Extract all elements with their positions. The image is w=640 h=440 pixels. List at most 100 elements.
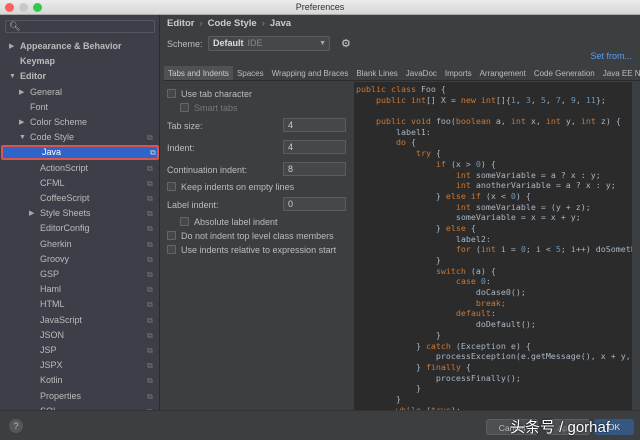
code-token: anotherVariable = a ? x : y;	[475, 180, 616, 191]
breadcrumb-item[interactable]: Editor	[167, 18, 194, 29]
code-token: else if	[445, 190, 486, 201]
sidebar-item-coffeescript[interactable]: CoffeeScript ⧉	[0, 191, 159, 206]
sidebar-item-html[interactable]: HTML ⧉	[0, 297, 159, 312]
tab-arrangement[interactable]: Arrangement	[476, 66, 530, 80]
continuation-indent-input[interactable]: 8	[283, 162, 346, 176]
code-token: Foo {	[420, 84, 446, 94]
tab-spaces[interactable]: Spaces	[233, 66, 268, 80]
sidebar-item-color-scheme[interactable]: ▶ Color Scheme	[0, 115, 159, 130]
scheme-dropdown[interactable]: Default IDE ▼	[208, 36, 330, 51]
tab-code-generation[interactable]: Code Generation	[530, 66, 599, 80]
sidebar-item-code-style[interactable]: ▼ Code Style ⧉	[0, 130, 159, 145]
sidebar-item-json[interactable]: JSON ⧉	[0, 328, 159, 343]
code-token: do	[395, 137, 411, 148]
code-token: if	[435, 158, 451, 169]
checkbox-label: Absolute label indent	[194, 217, 278, 227]
tab-imports[interactable]: Imports	[441, 66, 476, 80]
sidebar-item-editorconfig[interactable]: EditorConfig ⧉	[0, 221, 159, 236]
label-indent-input[interactable]: 0	[283, 197, 346, 211]
code-line: int someVariable = a ? x : y;	[356, 170, 632, 181]
sidebar-item-groovy[interactable]: Groovy ⧉	[0, 252, 159, 267]
chevron-down-icon[interactable]: ▼	[19, 130, 26, 145]
code-line: label1:	[356, 127, 632, 138]
tab-size-input[interactable]: 4	[283, 118, 346, 132]
tab-javadoc[interactable]: JavaDoc	[402, 66, 441, 80]
code-token: x,	[530, 116, 546, 127]
code-token: int	[510, 116, 531, 127]
chevron-right-icon[interactable]: ▶	[9, 39, 14, 54]
code-token: }	[356, 340, 426, 351]
code-token: :	[490, 308, 496, 319]
tab-wrapping-and-braces[interactable]: Wrapping and Braces	[268, 66, 353, 80]
sidebar-item-appearance-behavior[interactable]: ▶ Appearance & Behavior	[0, 39, 159, 54]
sidebar-item-jspx[interactable]: JSPX ⧉	[0, 358, 159, 373]
chevron-down-icon[interactable]: ▼	[9, 69, 16, 84]
sidebar-item-style-sheets[interactable]: ▶ Style Sheets ⧉	[0, 206, 159, 221]
project-scheme-icon: ⧉	[147, 209, 153, 219]
tab-tabs-and-indents[interactable]: Tabs and Indents	[164, 66, 233, 80]
sidebar-item-label: JSON	[40, 329, 65, 340]
keep-indents-checkbox[interactable]: Keep indents on empty lines	[167, 181, 294, 193]
sidebar-item-label: General	[30, 86, 63, 97]
code-token: doDefault();	[356, 319, 536, 330]
code-token: y,	[565, 116, 581, 127]
code-line: } finally {	[356, 362, 632, 373]
code-token: int	[455, 201, 476, 212]
sidebar-item-haml[interactable]: Haml ⧉	[0, 282, 159, 297]
sidebar-item-java[interactable]: Java ⧉	[1, 145, 159, 161]
sidebar-item-properties[interactable]: Properties ⧉	[0, 389, 159, 404]
breadcrumb-item: Java	[269, 18, 292, 29]
relative-indents-checkbox[interactable]: Use indents relative to expression start	[167, 244, 336, 256]
tab-blank-lines[interactable]: Blank Lines	[352, 66, 401, 80]
code-preview-scrollbar[interactable]	[632, 82, 640, 410]
sidebar-item-editor[interactable]: ▼ Editor	[0, 69, 159, 84]
sidebar-item-keymap[interactable]: Keymap	[0, 54, 159, 69]
sidebar-item-actionscript[interactable]: ActionScript ⧉	[0, 161, 159, 176]
main-panel: Editor › Code Style › Java Scheme: Default ID…	[161, 15, 640, 410]
sidebar-item-javascript[interactable]: JavaScript ⧉	[0, 313, 159, 328]
tab-java-ee-names[interactable]: Java EE Names	[599, 66, 640, 80]
code-token: int	[580, 116, 601, 127]
set-from-link[interactable]: Set from...	[590, 51, 632, 61]
code-line: int someVariable = (y + z);	[356, 202, 632, 213]
code-preview: public class Foo { public int[] X = new …	[354, 82, 632, 410]
checkbox-icon	[167, 245, 176, 254]
sidebar-item-kotlin[interactable]: Kotlin ⧉	[0, 373, 159, 388]
code-token: ) {	[480, 158, 496, 169]
indent-input[interactable]: 4	[283, 140, 346, 154]
code-line: }	[356, 330, 632, 341]
absolute-label-indent-checkbox[interactable]: Absolute label indent	[180, 216, 278, 228]
project-scheme-icon: ⧉	[147, 224, 153, 234]
chevron-right-icon[interactable]: ▶	[29, 206, 34, 221]
breadcrumb-item[interactable]: Code Style	[208, 18, 257, 29]
code-token: someVariable = x = x + y;	[356, 212, 581, 223]
sidebar-item-label: Font	[30, 101, 49, 112]
code-token: }	[356, 383, 421, 394]
sidebar-item-font[interactable]: Font	[0, 100, 159, 115]
code-line: processException(e.getMessage(), x + y, …	[356, 351, 632, 362]
gear-icon[interactable]: ⚙	[341, 37, 351, 50]
use-tab-character-checkbox[interactable]: Use tab character	[167, 88, 252, 100]
code-token: int	[545, 116, 566, 127]
smart-tabs-checkbox[interactable]: Smart tabs	[180, 102, 238, 114]
settings-search-input[interactable]: 🔍︎	[5, 20, 155, 33]
sidebar-item-gherkin[interactable]: Gherkin ⧉	[0, 237, 159, 252]
scheme-label: Scheme:	[167, 39, 203, 49]
sidebar-item-general[interactable]: ▶ General	[0, 85, 159, 100]
help-button[interactable]: ?	[9, 419, 23, 433]
project-scheme-icon: ⧉	[147, 163, 153, 173]
no-indent-top-level-checkbox[interactable]: Do not indent top level class members	[167, 230, 334, 242]
code-token: }	[356, 329, 441, 340]
code-token: foo(	[435, 116, 456, 127]
checkbox-icon	[167, 182, 176, 191]
checkbox-icon	[167, 231, 176, 240]
chevron-right-icon[interactable]: ▶	[19, 115, 24, 130]
sidebar-item-cfml[interactable]: CFML ⧉	[0, 176, 159, 191]
code-line: default:	[356, 308, 632, 319]
checkbox-label: Use indents relative to expression start	[181, 245, 337, 255]
chevron-right-icon[interactable]: ▶	[19, 85, 24, 100]
sidebar-item-gsp[interactable]: GSP ⧉	[0, 267, 159, 282]
sidebar-item-jsp[interactable]: JSP ⧉	[0, 343, 159, 358]
